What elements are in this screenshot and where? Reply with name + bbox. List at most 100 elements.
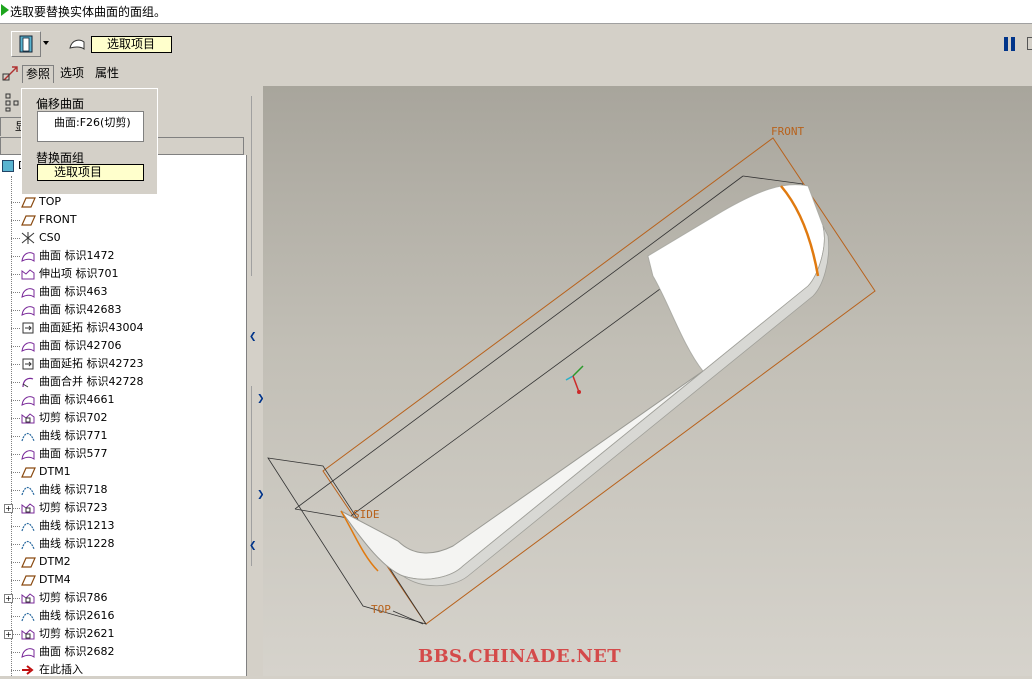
tree-connector xyxy=(11,562,20,563)
curve-icon xyxy=(21,486,35,496)
coordinate-system-icon xyxy=(21,232,35,244)
tree-item[interactable]: DTM1 xyxy=(0,463,247,481)
tree-connector xyxy=(11,346,20,347)
front-datum-label[interactable]: FRONT xyxy=(771,125,804,138)
tree-item[interactable]: 切剪 标识702 xyxy=(0,409,247,427)
panel-splitter[interactable]: ❮ ❯ ❯ ❮ xyxy=(249,86,265,676)
replace-quilt-collector[interactable]: 选取项目 xyxy=(37,164,144,181)
solid-type-button[interactable] xyxy=(11,31,41,57)
tree-item-label: 曲面合并 标识42728 xyxy=(39,375,144,388)
tree-item[interactable]: FRONT xyxy=(0,211,247,229)
expand-icon[interactable]: + xyxy=(4,594,13,603)
tree-item[interactable]: 曲线 标识771 xyxy=(0,427,247,445)
tree-settings-icon[interactable] xyxy=(4,92,20,112)
curve-icon xyxy=(21,522,35,532)
message-text: 选取要替换实体曲面的面组。 xyxy=(10,5,167,19)
splitter-grip xyxy=(251,386,253,566)
chevron-left-icon[interactable]: ❮ xyxy=(249,332,257,342)
tab-references[interactable]: 参照 xyxy=(22,65,55,83)
tree-connector xyxy=(11,256,20,257)
tree-connector xyxy=(11,274,20,275)
surface-icon xyxy=(21,396,35,406)
tree-item[interactable]: 曲面 标识42683 xyxy=(0,301,247,319)
curve-icon xyxy=(21,432,35,442)
surface-icon xyxy=(21,288,35,298)
surface-extend-icon xyxy=(22,358,34,370)
tab-properties[interactable]: 属性 xyxy=(92,65,122,83)
surface-icon xyxy=(21,306,35,316)
tree-connector xyxy=(11,292,20,293)
tree-item[interactable]: 曲面延拓 标识42723 xyxy=(0,355,247,373)
pause-button[interactable] xyxy=(1004,37,1016,51)
tree-connector xyxy=(11,526,20,527)
expand-icon[interactable]: + xyxy=(4,630,13,639)
tree-connector xyxy=(11,238,20,239)
tree-item-label: 伸出项 标识701 xyxy=(39,267,119,280)
side-datum-plane[interactable] xyxy=(267,457,427,625)
tab-options[interactable]: 选项 xyxy=(57,65,87,83)
side-datum-label[interactable]: SIDE xyxy=(353,508,380,521)
tree-item[interactable]: 曲面 标识463 xyxy=(0,283,247,301)
tree-item-label: 曲线 标识2616 xyxy=(39,609,115,622)
quilt-collector[interactable]: 选取项目 xyxy=(91,36,172,53)
surface-merge-icon xyxy=(22,377,34,388)
tree-item[interactable]: 伸出项 标识701 xyxy=(0,265,247,283)
tree-item[interactable]: 曲面延拓 标识43004 xyxy=(0,319,247,337)
tree-item[interactable]: + 切剪 标识2621 xyxy=(0,625,247,643)
tree-item[interactable]: 曲面合并 标识42728 xyxy=(0,373,247,391)
tree-connector xyxy=(11,418,20,419)
tree-connector xyxy=(11,616,20,617)
surface-extend-icon xyxy=(22,322,34,334)
feature-dashboard: 选取项目 xyxy=(0,25,1032,63)
model-edge-line xyxy=(294,175,744,510)
offset-surface-list[interactable]: 曲面:F26(切剪) xyxy=(37,111,144,142)
tree-item[interactable]: 曲面 标识577 xyxy=(0,445,247,463)
tree-item[interactable]: 曲面 标识42706 xyxy=(0,337,247,355)
tree-item[interactable]: TOP xyxy=(0,193,247,211)
tree-item[interactable]: 曲线 标识1213 xyxy=(0,517,247,535)
cut-icon xyxy=(21,503,35,514)
tree-connector xyxy=(11,454,20,455)
tree-item[interactable]: + 切剪 标识723 xyxy=(0,499,247,517)
tree-item[interactable]: CS0 xyxy=(0,229,247,247)
tree-item-label: 曲线 标识771 xyxy=(39,429,108,442)
tree-connector xyxy=(11,202,20,203)
datum-plane-icon xyxy=(21,575,36,586)
tree-item-label: 曲线 标识1228 xyxy=(39,537,115,550)
tree-item[interactable]: 曲面 标识1472 xyxy=(0,247,247,265)
tree-item-label: 切剪 标识2621 xyxy=(39,627,115,640)
preview-button[interactable] xyxy=(1027,37,1032,50)
tree-item[interactable]: + 切剪 标识786 xyxy=(0,589,247,607)
model-edge-line xyxy=(742,175,804,185)
offset-surface-item[interactable]: 曲面:F26(切剪) xyxy=(54,116,131,129)
tree-item[interactable]: 在此插入 xyxy=(0,661,247,679)
chevron-left-icon[interactable]: ❮ xyxy=(249,541,257,551)
surface-icon xyxy=(21,648,35,658)
tree-item[interactable]: 曲面 标识4661 xyxy=(0,391,247,409)
surface-icon xyxy=(21,450,35,460)
tree-item-label: CS0 xyxy=(39,231,61,244)
tree-connector xyxy=(11,328,20,329)
tree-item-label: 曲面 标识577 xyxy=(39,447,108,460)
protrusion-icon xyxy=(21,269,35,280)
solid-door-icon xyxy=(19,35,33,53)
tree-item[interactable]: 曲线 标识718 xyxy=(0,481,247,499)
chevron-down-icon[interactable] xyxy=(43,41,49,45)
tree-item-label: DTM1 xyxy=(39,465,71,478)
tree-item[interactable]: 曲面 标识2682 xyxy=(0,643,247,661)
tree-item[interactable]: 曲线 标识2616 xyxy=(0,607,247,625)
tree-item[interactable]: 曲线 标识1228 xyxy=(0,535,247,553)
tree-item-label: 曲线 标识718 xyxy=(39,483,108,496)
tree-connector xyxy=(11,472,20,473)
tree-item[interactable]: DTM2 xyxy=(0,553,247,571)
tree-item[interactable]: DTM4 xyxy=(0,571,247,589)
triad-z-axis xyxy=(565,375,574,381)
expand-icon[interactable]: + xyxy=(4,504,13,513)
model-viewport[interactable]: FRONT SIDE TOP xyxy=(263,86,1032,676)
tree-connector xyxy=(11,436,20,437)
tree-connector xyxy=(11,490,20,491)
tree-item-label: 切剪 标识723 xyxy=(39,501,108,514)
top-datum-label[interactable]: TOP xyxy=(371,603,391,616)
datum-plane-icon xyxy=(21,197,36,208)
graphics-window[interactable]: FRONT SIDE TOP BBS.CHINADE.NET xyxy=(263,86,1032,676)
